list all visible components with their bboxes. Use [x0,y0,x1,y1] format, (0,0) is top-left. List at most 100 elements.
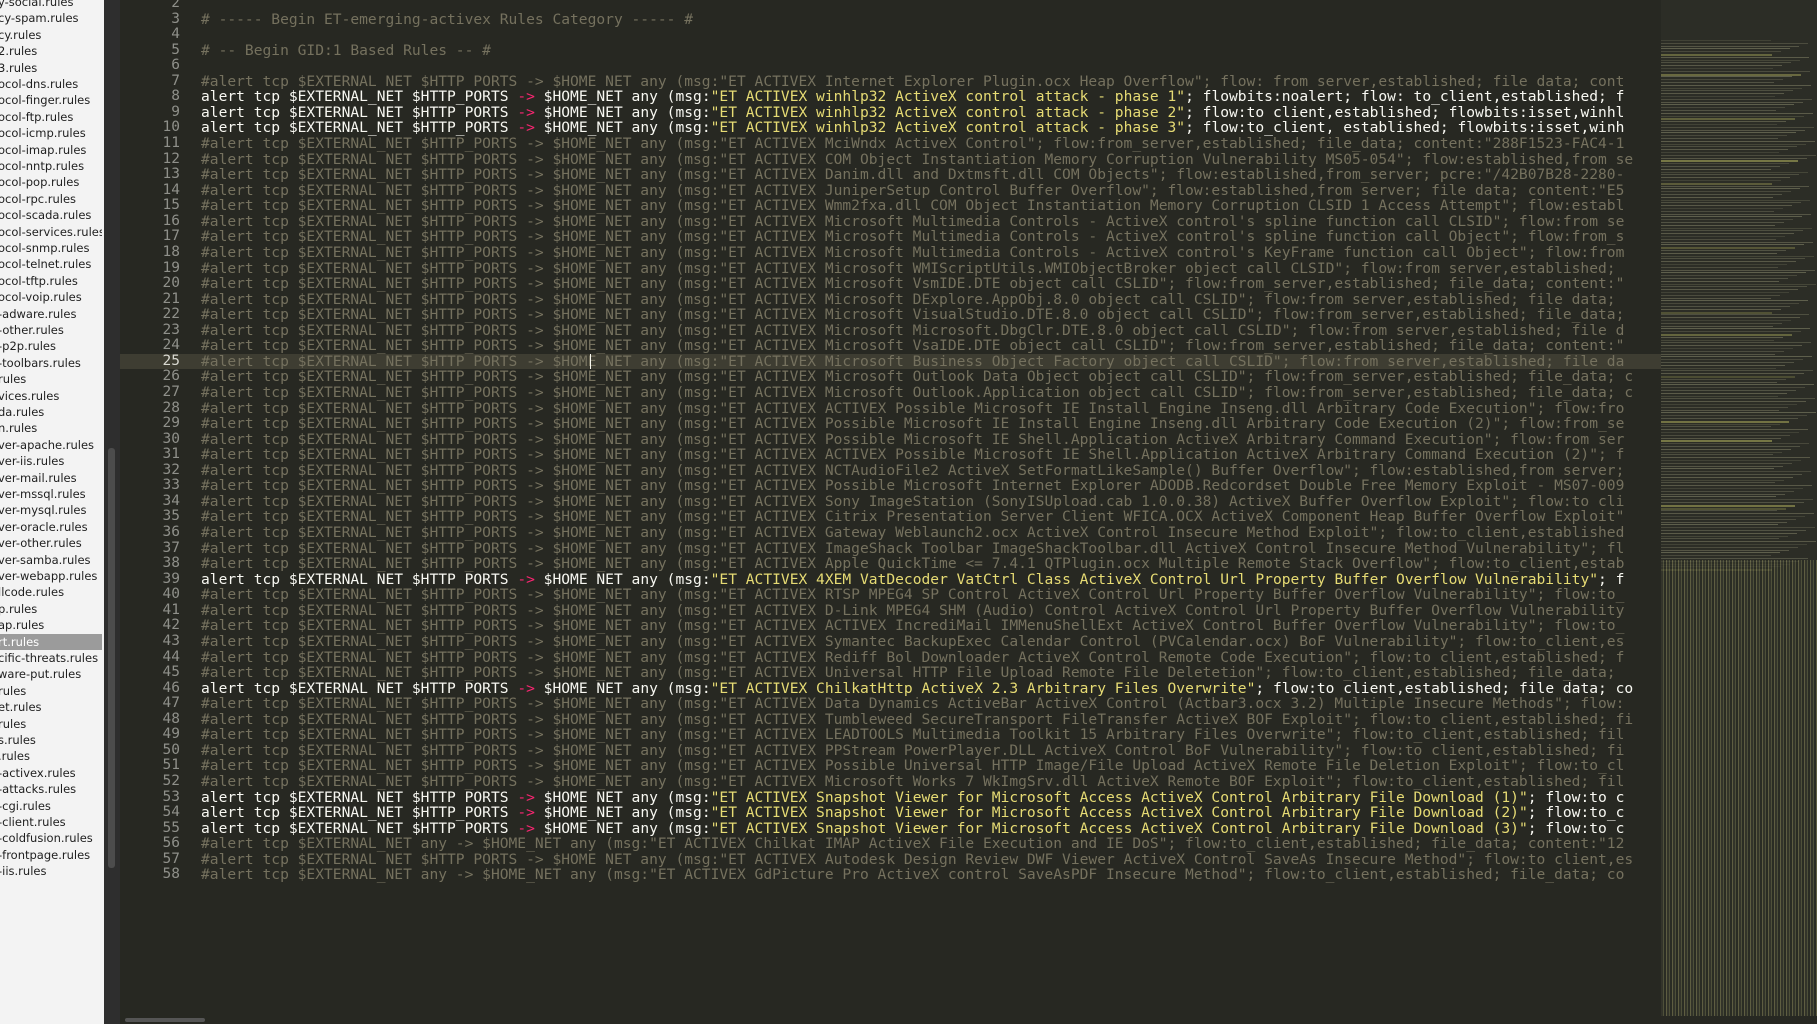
code-line-comment[interactable]: #alert tcp $EXTERNAL_NET $HTTP_PORTS -> … [201,650,1661,666]
code-line-rule[interactable]: alert tcp $EXTERNAL_NET $HTTP_PORTS -> $… [201,105,1661,121]
code-line-rule[interactable]: alert tcp $EXTERNAL_NET $HTTP_PORTS -> $… [201,120,1661,136]
sidebar-file-item[interactable]: -adware.rules [0,306,102,322]
sidebar-file-item[interactable]: cy.rules [0,27,102,43]
minimap[interactable] [1661,0,1817,1016]
code-line-comment[interactable] [201,0,1661,12]
sidebar-file-item[interactable]: ocol-tftp.rules [0,273,102,289]
sidebar-file-item[interactable]: ocol-dns.rules [0,76,102,92]
code-line-comment[interactable]: #alert tcp $EXTERNAL_NET $HTTP_PORTS -> … [201,354,1661,370]
sidebar-file-item[interactable]: ver-oracle.rules [0,519,102,535]
code-line-comment[interactable]: #alert tcp $EXTERNAL_NET $HTTP_PORTS -> … [201,167,1661,183]
sidebar-file-item[interactable]: rules [0,371,102,387]
code-line-comment[interactable]: #alert tcp $EXTERNAL_NET $HTTP_PORTS -> … [201,245,1661,261]
code-line-comment[interactable]: #alert tcp $EXTERNAL_NET $HTTP_PORTS -> … [201,494,1661,510]
code-line-comment[interactable]: # -- Begin GID:1 Based Rules -- # [201,43,1661,59]
sidebar-file-item-selected[interactable]: rt.rules [0,633,102,650]
code-line-comment[interactable]: #alert tcp $EXTERNAL_NET $HTTP_PORTS -> … [201,758,1661,774]
sidebar-file-item[interactable]: -iis.rules [0,863,102,879]
sidebar-file-item[interactable]: cy-spam.rules [0,10,102,26]
code-line-comment[interactable]: #alert tcp $EXTERNAL_NET $HTTP_PORTS -> … [201,852,1661,868]
sidebar-file-item[interactable]: ver-webapp.rules [0,568,102,584]
horizontal-scrollbar[interactable] [120,1016,1817,1024]
code-line-comment[interactable] [201,58,1661,74]
sidebar-file-item[interactable]: ocol-imap.rules [0,142,102,158]
sidebar-file-item[interactable]: -activex.rules [0,765,102,781]
sidebar-scrollbar[interactable] [104,0,120,1024]
code-line-comment[interactable]: #alert tcp $EXTERNAL_NET $HTTP_PORTS -> … [201,416,1661,432]
code-line-comment[interactable]: #alert tcp $EXTERNAL_NET $HTTP_PORTS -> … [201,276,1661,292]
sidebar-file-item[interactable]: 2.rules [0,43,102,59]
code-line-rule[interactable]: alert tcp $EXTERNAL_NET $HTTP_PORTS -> $… [201,681,1661,697]
sidebar-file-item[interactable]: ocol-rpc.rules [0,191,102,207]
code-line-comment[interactable]: #alert tcp $EXTERNAL_NET $HTTP_PORTS -> … [201,229,1661,245]
sidebar-file-item[interactable]: ver-mysql.rules [0,502,102,518]
code-line-rule[interactable]: alert tcp $EXTERNAL_NET $HTTP_PORTS -> $… [201,805,1661,821]
sidebar-file-item[interactable]: ocol-nntp.rules [0,158,102,174]
code-line-comment[interactable]: #alert tcp $EXTERNAL_NET $HTTP_PORTS -> … [201,587,1661,603]
code-area[interactable]: # ----- Begin ET-emerging-activex Rules … [201,0,1661,1016]
sidebar-file-item[interactable]: rules [0,716,102,732]
sidebar-file-item[interactable]: ver-mssql.rules [0,486,102,502]
sidebar-file-item[interactable]: et.rules [0,699,102,715]
sidebar-file-item[interactable]: ocol-ftp.rules [0,109,102,125]
code-line-comment[interactable]: #alert tcp $EXTERNAL_NET $HTTP_PORTS -> … [201,307,1661,323]
sidebar-file-item[interactable]: ocol-services.rules [0,224,102,240]
code-line-comment[interactable]: #alert tcp $EXTERNAL_NET $HTTP_PORTS -> … [201,338,1661,354]
sidebar-file-item[interactable]: -toolbars.rules [0,355,102,371]
code-line-comment[interactable]: #alert tcp $EXTERNAL_NET $HTTP_PORTS -> … [201,743,1661,759]
code-line-comment[interactable]: #alert tcp $EXTERNAL_NET $HTTP_PORTS -> … [201,292,1661,308]
code-line-comment[interactable]: #alert tcp $EXTERNAL_NET $HTTP_PORTS -> … [201,727,1661,743]
sidebar-file-item[interactable]: n.rules [0,420,102,436]
code-line-comment[interactable]: #alert tcp $EXTERNAL_NET any -> $HOME_NE… [201,867,1661,883]
sidebar-file-item[interactable]: da.rules [0,404,102,420]
sidebar-file-item[interactable]: vices.rules [0,388,102,404]
sidebar-file-item[interactable]: .rules [0,748,102,764]
code-line-rule[interactable]: alert tcp $EXTERNAL_NET $HTTP_PORTS -> $… [201,89,1661,105]
horizontal-scrollbar-thumb[interactable] [125,1018,205,1022]
code-line-comment[interactable]: #alert tcp $EXTERNAL_NET $HTTP_PORTS -> … [201,385,1661,401]
sidebar-file-item[interactable]: ver-samba.rules [0,552,102,568]
sidebar-file-item[interactable]: ocol-voip.rules [0,289,102,305]
sidebar-file-item[interactable]: -client.rules [0,814,102,830]
sidebar-file-item[interactable]: -attacks.rules [0,781,102,797]
code-line-comment[interactable]: #alert tcp $EXTERNAL_NET $HTTP_PORTS -> … [201,432,1661,448]
sidebar-file-item[interactable]: ver-iis.rules [0,453,102,469]
code-line-comment[interactable]: #alert tcp $EXTERNAL_NET $HTTP_PORTS -> … [201,74,1661,90]
sidebar-file-item[interactable]: ver-apache.rules [0,437,102,453]
code-line-comment[interactable]: #alert tcp $EXTERNAL_NET $HTTP_PORTS -> … [201,603,1661,619]
code-line-comment[interactable]: #alert tcp $EXTERNAL_NET $HTTP_PORTS -> … [201,478,1661,494]
sidebar-file-item[interactable]: ocol-scada.rules [0,207,102,223]
code-line-comment[interactable]: #alert tcp $EXTERNAL_NET $HTTP_PORTS -> … [201,774,1661,790]
code-line-comment[interactable]: #alert tcp $EXTERNAL_NET $HTTP_PORTS -> … [201,136,1661,152]
sidebar-file-item[interactable]: ocol-pop.rules [0,174,102,190]
sidebar-file-item[interactable]: ocol-telnet.rules [0,256,102,272]
code-line-comment[interactable]: #alert tcp $EXTERNAL_NET $HTTP_PORTS -> … [201,556,1661,572]
sidebar-file-item[interactable]: y-social.rules [0,0,102,10]
code-line-comment[interactable]: # ----- Begin ET-emerging-activex Rules … [201,12,1661,28]
sidebar-file-item[interactable]: rules [0,683,102,699]
sidebar-file-item[interactable]: ap.rules [0,617,102,633]
code-line-comment[interactable]: #alert tcp $EXTERNAL_NET $HTTP_PORTS -> … [201,509,1661,525]
sidebar-file-item[interactable]: -cgi.rules [0,798,102,814]
code-line-comment[interactable]: #alert tcp $EXTERNAL_NET $HTTP_PORTS -> … [201,401,1661,417]
sidebar-file-item[interactable]: -frontpage.rules [0,847,102,863]
code-line-comment[interactable] [201,27,1661,43]
sidebar-file-item[interactable]: cific-threats.rules [0,650,102,666]
sidebar-scrollbar-thumb[interactable] [108,448,115,868]
code-line-comment[interactable]: #alert tcp $EXTERNAL_NET $HTTP_PORTS -> … [201,463,1661,479]
code-line-comment[interactable]: #alert tcp $EXTERNAL_NET $HTTP_PORTS -> … [201,634,1661,650]
sidebar-file-item[interactable]: ocol-icmp.rules [0,125,102,141]
code-line-comment[interactable]: #alert tcp $EXTERNAL_NET $HTTP_PORTS -> … [201,665,1661,681]
code-line-rule[interactable]: alert tcp $EXTERNAL_NET $HTTP_PORTS -> $… [201,821,1661,837]
code-line-comment[interactable]: #alert tcp $EXTERNAL_NET $HTTP_PORTS -> … [201,261,1661,277]
code-line-comment[interactable]: #alert tcp $EXTERNAL_NET $HTTP_PORTS -> … [201,214,1661,230]
sidebar-file-item[interactable]: ver-mail.rules [0,470,102,486]
code-line-rule[interactable]: alert tcp $EXTERNAL_NET $HTTP_PORTS -> $… [201,572,1661,588]
sidebar-file-item[interactable]: ocol-snmp.rules [0,240,102,256]
sidebar-file-item[interactable]: ware-put.rules [0,666,102,682]
code-line-comment[interactable]: #alert tcp $EXTERNAL_NET $HTTP_PORTS -> … [201,696,1661,712]
sidebar-file-item[interactable]: p.rules [0,601,102,617]
code-line-comment[interactable]: #alert tcp $EXTERNAL_NET $HTTP_PORTS -> … [201,183,1661,199]
sidebar-file-item[interactable]: -other.rules [0,322,102,338]
sidebar-file-item[interactable]: -p2p.rules [0,338,102,354]
